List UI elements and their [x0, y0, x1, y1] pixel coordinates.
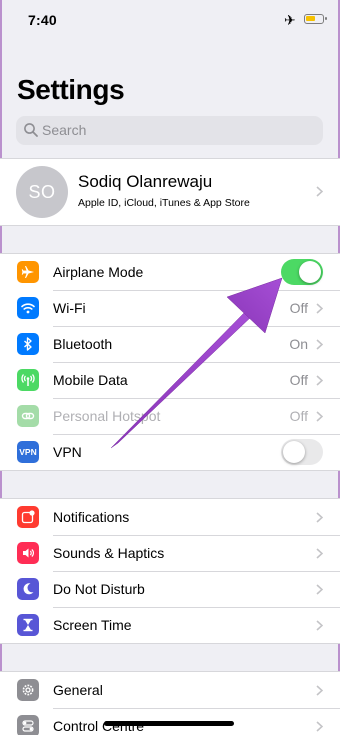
chevron-right-icon: [316, 186, 323, 197]
airplane-mode-label: Airplane Mode: [53, 264, 144, 280]
search-icon: [24, 123, 38, 137]
wifi-label: Wi-Fi: [53, 300, 86, 316]
status-bar: 7:40 ✈: [0, 0, 340, 42]
general-row[interactable]: General: [0, 672, 340, 708]
chevron-right-icon: [316, 512, 323, 523]
wifi-icon: [17, 297, 39, 319]
avatar: SO: [16, 166, 68, 218]
airplane-mode-row: Airplane Mode: [0, 254, 340, 290]
notifications-label: Notifications: [53, 509, 130, 525]
sounds-haptics-label: Sounds & Haptics: [53, 545, 165, 561]
settings-screen: 7:40 ✈ Settings Search SO Sodiq Olanrewa…: [0, 0, 340, 735]
notifications-icon: [17, 506, 39, 528]
search-placeholder: Search: [42, 122, 87, 138]
bluetooth-row[interactable]: Bluetooth On: [0, 326, 340, 362]
chevron-right-icon: [316, 303, 323, 314]
bluetooth-icon: [17, 333, 39, 355]
link-icon: [17, 405, 39, 427]
general-label: General: [53, 682, 103, 698]
personal-hotspot-row[interactable]: Personal Hotspot Off: [0, 398, 340, 434]
notifications-group: Notifications Sounds & Haptics Do Not Di…: [0, 498, 340, 644]
mobile-data-label: Mobile Data: [53, 372, 128, 388]
mobile-data-value: Off: [289, 372, 308, 388]
chevron-right-icon: [316, 339, 323, 350]
vpn-icon: VPN: [17, 441, 39, 463]
status-time: 7:40: [28, 12, 57, 28]
home-indicator[interactable]: [104, 721, 234, 726]
chevron-right-icon: [316, 411, 323, 422]
page-title: Settings: [17, 74, 125, 105]
bluetooth-value: On: [289, 336, 308, 352]
search-field[interactable]: Search: [16, 116, 323, 145]
vpn-label: VPN: [53, 444, 82, 460]
profile-subtitle: Apple ID, iCloud, iTunes & App Store: [78, 197, 250, 209]
chevron-right-icon: [316, 721, 323, 732]
mobile-data-row[interactable]: Mobile Data Off: [0, 362, 340, 398]
gear-icon: [17, 679, 39, 701]
personal-hotspot-label: Personal Hotspot: [53, 408, 161, 424]
airplane-mode-toggle[interactable]: [281, 259, 323, 285]
wifi-row[interactable]: Wi-Fi Off: [0, 290, 340, 326]
screen-time-row[interactable]: Screen Time: [0, 607, 340, 643]
airplane-icon: [17, 261, 39, 283]
speaker-icon: [17, 542, 39, 564]
chevron-right-icon: [316, 375, 323, 386]
battery-icon: [304, 14, 327, 24]
chevron-right-icon: [316, 548, 323, 559]
chevron-right-icon: [316, 620, 323, 631]
connectivity-group: Airplane Mode Wi-Fi Off Bluetooth On Mob…: [0, 253, 340, 471]
chevron-right-icon: [316, 685, 323, 696]
vpn-row: VPN VPN: [0, 434, 340, 470]
do-not-disturb-row[interactable]: Do Not Disturb: [0, 571, 340, 607]
do-not-disturb-label: Do Not Disturb: [53, 581, 145, 597]
vpn-icon-text: VPN: [19, 447, 37, 457]
moon-icon: [17, 578, 39, 600]
vpn-toggle[interactable]: [281, 439, 323, 465]
profile-name: Sodiq Olanrewaju: [78, 172, 213, 191]
antenna-icon: [17, 369, 39, 391]
airplane-icon: ✈: [284, 12, 296, 28]
toggles-icon: [17, 715, 39, 735]
apple-id-profile[interactable]: SO Sodiq Olanrewaju Apple ID, iCloud, iT…: [0, 158, 340, 226]
notifications-row[interactable]: Notifications: [0, 499, 340, 535]
bluetooth-label: Bluetooth: [53, 336, 113, 352]
hourglass-icon: [17, 614, 39, 636]
wifi-value: Off: [289, 300, 308, 316]
screen-time-label: Screen Time: [53, 617, 132, 633]
personal-hotspot-value: Off: [289, 408, 308, 424]
chevron-right-icon: [316, 584, 323, 595]
sounds-haptics-row[interactable]: Sounds & Haptics: [0, 535, 340, 571]
